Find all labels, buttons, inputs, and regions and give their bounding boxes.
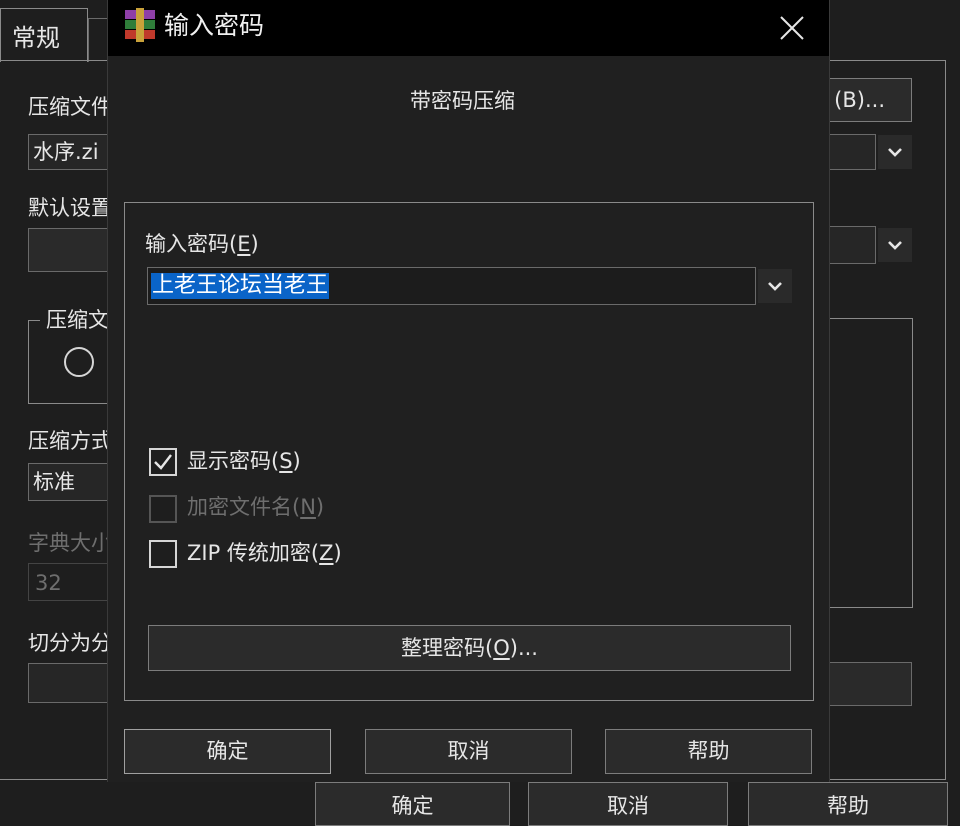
archive-name-label: 压缩文件	[28, 95, 112, 119]
browse-button-label: (B)...	[834, 87, 885, 112]
compression-method-label: 压缩方式	[28, 429, 112, 453]
right-options-box	[820, 318, 913, 608]
show-password-text: 显示密码	[187, 449, 271, 473]
dialog-subtitle: 带密码压缩	[410, 89, 515, 113]
encrypt-filenames-label[interactable]: 加密文件名(N)	[187, 497, 324, 518]
archive-name-field[interactable]: 水序.zi	[28, 134, 118, 170]
dialog-titlebar[interactable]: 输入密码	[108, 0, 829, 56]
encrypt-filenames-checkbox[interactable]	[149, 495, 177, 523]
password-input[interactable]: 上老王论坛当老王	[147, 267, 756, 305]
archive-format-group-label: 压缩文	[40, 310, 115, 331]
dictionary-size-label: 字典大小	[28, 531, 112, 555]
cancel-button[interactable]: 取消	[365, 729, 572, 774]
encrypt-filenames-text: 加密文件名	[187, 495, 292, 519]
tab-general-label: 常规	[12, 24, 60, 52]
organize-passwords-button[interactable]: 整理密码(O)...	[148, 625, 791, 671]
chevron-down-icon	[888, 148, 902, 157]
archive-name-dropdown[interactable]	[878, 135, 912, 169]
chevron-down-icon	[888, 241, 902, 250]
ok-button[interactable]: 确定	[124, 729, 331, 774]
password-label-key: E	[237, 232, 251, 256]
show-password-checkbox[interactable]	[149, 448, 177, 476]
organize-passwords-key: O	[493, 635, 510, 660]
chevron-down-icon	[768, 282, 782, 291]
compression-method-combo[interactable]: 标准	[28, 463, 118, 501]
organize-passwords-suffix: ...	[517, 635, 538, 660]
password-history-dropdown[interactable]	[758, 269, 792, 303]
compression-method-value: 标准	[33, 470, 75, 494]
password-label: 输入密码(E)	[145, 232, 259, 256]
bg-cancel-button-label: 取消	[607, 794, 649, 818]
profiles-button[interactable]	[28, 228, 118, 272]
bg-cancel-button[interactable]: 取消	[528, 782, 728, 826]
help-button-label: 帮助	[687, 739, 730, 763]
password-value: 上老王论坛当老王	[151, 273, 330, 299]
zip-legacy-label[interactable]: ZIP 传统加密(Z)	[187, 543, 342, 564]
bg-ok-button-label: 确定	[391, 794, 434, 818]
show-password-label[interactable]: 显示密码(S)	[187, 451, 301, 472]
browse-button[interactable]: (B)...	[820, 78, 912, 122]
dictionary-size-value: 32	[35, 571, 62, 595]
ok-button-label: 确定	[206, 739, 249, 763]
dialog-title: 输入密码	[164, 11, 265, 40]
organize-passwords-label: 整理密码(O)...	[401, 635, 538, 660]
zip-legacy-checkbox[interactable]	[149, 540, 177, 568]
archive-name-value: 水序.zi	[33, 140, 99, 164]
bg-ok-button[interactable]: 确定	[315, 782, 510, 826]
right-bottom-field[interactable]	[820, 662, 912, 706]
organize-passwords-text: 整理密码	[401, 635, 486, 660]
dictionary-size-combo[interactable]: 32	[28, 563, 118, 601]
default-settings-label: 默认设置	[28, 196, 112, 220]
check-icon	[154, 454, 172, 470]
close-button[interactable]	[772, 8, 812, 48]
format-radio[interactable]	[64, 347, 94, 377]
split-volumes-combo[interactable]	[28, 663, 118, 703]
split-volumes-label: 切分为分	[28, 631, 112, 655]
encrypt-filenames-key: N	[300, 495, 316, 519]
zip-legacy-text: ZIP 传统加密	[187, 541, 311, 565]
bg-help-button[interactable]: 帮助	[748, 782, 948, 826]
zip-legacy-key: Z	[319, 541, 334, 565]
tab-strip-edge	[88, 18, 108, 62]
tab-general[interactable]: 常规	[0, 8, 88, 62]
winrar-icon	[122, 8, 158, 42]
password-group: 输入密码(E) 上老王论坛当老王 显示密码(S) 加密文件名(N) ZIP 传统…	[124, 202, 814, 701]
password-dialog: 输入密码 带密码压缩 输入密码(E) 上老王论坛当老王 显示密码(S) 加密文件…	[107, 0, 830, 782]
help-button[interactable]: 帮助	[605, 729, 812, 774]
close-icon	[780, 16, 804, 40]
password-label-text: 输入密码	[145, 232, 229, 256]
format-dropdown[interactable]	[878, 228, 912, 262]
bg-help-button-label: 帮助	[827, 794, 869, 818]
show-password-key: S	[279, 449, 293, 473]
cancel-button-label: 取消	[447, 739, 490, 763]
